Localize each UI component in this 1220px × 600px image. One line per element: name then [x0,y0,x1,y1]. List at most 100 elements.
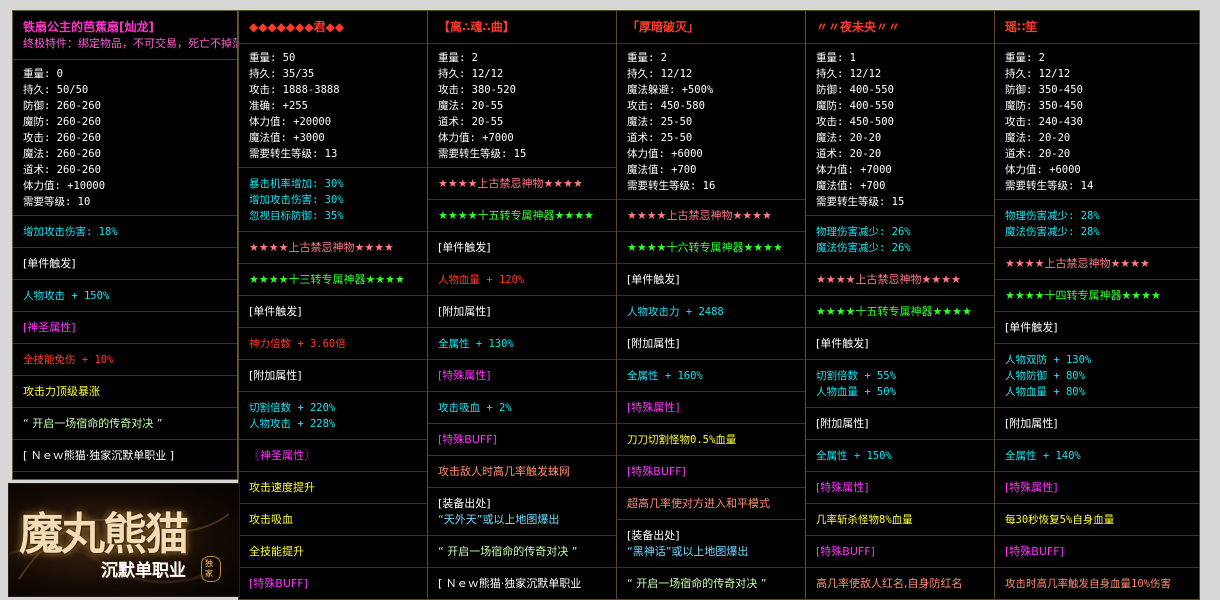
item-stat-line: 魔防: 350-450 [1005,100,1083,112]
item-attribute-row: ★★★★上古禁忌神物★★★★ [239,232,427,264]
item-attribute-text: 全属性 + 160% [627,370,703,382]
item-attribute-text: 全属性 + 130% [438,338,514,350]
item-attribute-row: [特殊属性] [428,360,616,392]
item-attribute-row: [单件触发] [239,296,427,328]
item-attribute-text: [装备出处] [438,497,491,510]
item-stat-line: 防御: 260-260 [23,100,101,112]
item-attribute-text: [附加属性] [627,337,680,350]
item-attribute-text: [特殊BUFF] [816,545,875,558]
item-attribute-row: 全属性 + 150% [806,440,994,472]
item-attribute-text: [ Ｎｅｗ熊猫·独家沉默单职业 ] [23,449,175,462]
logo-badge: 独家 [201,556,221,582]
item-attribute-row: [单件触发] [13,248,237,280]
item-attribute-row: [特殊BUFF] [428,424,616,456]
item-attribute-row: 高几率使敌人红名,自身防红名 [806,568,994,599]
item-stats-block: 重量: 2 持久: 12/12 防御: 350-450 魔防: 350-450 攻击: … [995,44,1199,200]
item-stat-line: 持久: 35/35 [249,68,315,80]
item-attribute-text: ★★★★上古禁忌神物★★★★ [627,209,772,222]
item-stat-line: 魔防: 260-260 [23,116,101,128]
item-attribute-row: [特殊BUFF] [806,536,994,568]
item-attribute-text: 人物攻击力 + 2488 [627,306,724,318]
item-attribute-row: ★★★★十五转专属神器★★★★ [806,296,994,328]
item-attribute-text: ★★★★上古禁忌神物★★★★ [438,177,583,190]
item-attribute-text: ★★★★十三转专属神器★★★★ [249,273,405,286]
item-attribute-row: [单件触发] [428,232,616,264]
item-title-row: ◆◆◆◆◆◆◆君◆◆ [239,11,427,44]
item-attribute-text: 魔法伤害减少: 28% [1005,226,1100,238]
item-stats-block: 重量: 50 持久: 35/35 攻击: 1888-3888 准确: +255 体力值:… [239,44,427,168]
item-stat-line: 体力值: +7000 [816,164,892,176]
item-attribute-row: ★★★★上古禁忌神物★★★★ [806,264,994,296]
item-stat-line: 重量: 2 [1005,52,1045,64]
item-stats-block: 重量: 1 持久: 12/12 防御: 400-550 魔防: 400-550 攻击: … [806,44,994,216]
item-attribute-row: 全技能免伤 + 10% [13,344,237,376]
item-attribute-text: 忽视目标防御: 35% [249,210,344,222]
item-attribute-text: “ 开启一场宿命的传奇对决 ” [627,577,767,590]
item-attribute-row: ★★★★十六转专属神器★★★★ [617,232,805,264]
item-stat-line: 魔法值: +3000 [249,132,325,144]
item-attribute-text: 增加攻击伤害: 30% [249,194,344,206]
item-stat-line: 重量: 2 [627,52,667,64]
item-attribute-row: 增加攻击伤害: 18% [13,216,237,248]
item-stat-line: 道术: 260-260 [23,164,101,176]
item-attribute-text: ★★★★十五转专属神器★★★★ [438,209,594,222]
item-attribute-row: [装备出处] “黑神话”或以上地图爆出 [617,520,805,568]
item-attribute-row: 几率斩杀怪物8%血量 [806,504,994,536]
item-attribute-text: [单件触发] [438,241,491,254]
item-attribute-row: [特殊属性] [617,392,805,424]
item-attribute-row: 攻击吸血 [239,504,427,536]
item-attribute-row: 攻击敌人时高几率触发蛛网 [428,456,616,488]
item-stat-line: 攻击: 260-260 [23,132,101,144]
item-attribute-text: [单件触发] [816,337,869,350]
item-attribute-text: 全技能免伤 + 10% [23,354,114,366]
item-attribute-text: 全属性 + 150% [816,450,892,462]
item-stat-line: 攻击: 380-520 [438,84,516,96]
item-stat-line: 持久: 12/12 [627,68,693,80]
item-attribute-text: 人物双防 + 130% [1005,354,1092,366]
item-attribute-text: 攻击吸血 + 2% [438,402,512,414]
item-attribute-row: 人物攻击 + 150% [13,280,237,312]
item-attribute-row: ★★★★十五转专属神器★★★★ [428,200,616,232]
item-stat-line: 重量: 2 [438,52,478,64]
item-attribute-text: ★★★★上古禁忌神物★★★★ [249,241,394,254]
item-stat-line: 需要转生等级: 13 [249,148,338,160]
item-attribute-text: 超高几率使对方进入和平模式 [627,497,770,510]
item-stat-line: 体力值: +6000 [1005,164,1081,176]
item-attribute-row: “ 开启一场宿命的传奇对决 ” [428,536,616,568]
item-attribute-row: 刀刀切割怪物0.5%血量 [617,424,805,456]
item-attribute-text: [特殊属性] [438,369,491,382]
item-attribute-text: [特殊BUFF] [438,433,497,446]
item-stat-line: 道术: 20-20 [816,148,882,160]
item-attribute-row: [附加属性] [806,408,994,440]
item-attribute-text: [特殊BUFF] [627,465,686,478]
item-attribute-text: “ 开启一场宿命的传奇对决 ” [438,545,578,558]
item-title-row: 【离∴魂∴曲】 [428,11,616,44]
item-attribute-text: [装备出处] [627,529,680,542]
item-attribute-text: 〖神圣属性〗 [249,449,315,462]
item-attribute-text: ★★★★十五转专属神器★★★★ [816,305,972,318]
item-stat-line: 攻击: 450-580 [627,100,705,112]
item-name: 瑶∷笙 [1005,20,1038,34]
item-attribute-text: 每30秒恢复5%自身血量 [1005,514,1115,526]
game-logo: 魔丸熊猫 沉默单职业 独家 [8,483,240,597]
item-attribute-text: 刀刀切割怪物0.5%血量 [627,434,737,446]
item-attribute-text: [特殊属性] [1005,481,1058,494]
item-attribute-row: 人物血量 + 120% [428,264,616,296]
item-stats-block: 重量: 2 持久: 12/12 攻击: 380-520 魔法: 20-55 道术: 20… [428,44,616,168]
logo-title: 魔丸熊猫 [19,509,189,560]
item-attribute-row: 攻击力顶级暴涨 [13,376,237,408]
item-name: 【离∴魂∴曲】 [438,20,515,34]
item-stat-line: 魔法: 260-260 [23,148,101,160]
item-stat-line: 魔防: 400-550 [816,100,894,112]
item-attribute-row: 全属性 + 140% [995,440,1199,472]
item-attribute-text: [附加属性] [249,369,302,382]
item-stat-line: 需要转生等级: 15 [438,148,527,160]
item-attribute-row: [附加属性] [428,296,616,328]
item-stat-line: 魔法值: +700 [627,164,697,176]
item-attribute-text: [单件触发] [1005,321,1058,334]
item-stat-line: 攻击: 240-430 [1005,116,1083,128]
item-attribute-text: 几率斩杀怪物8%血量 [816,514,913,526]
item-attribute-row: 每30秒恢复5%自身血量 [995,504,1199,536]
item-stat-line: 需要转生等级: 15 [816,196,905,208]
item-attribute-text: 攻击速度提升 [249,481,315,494]
